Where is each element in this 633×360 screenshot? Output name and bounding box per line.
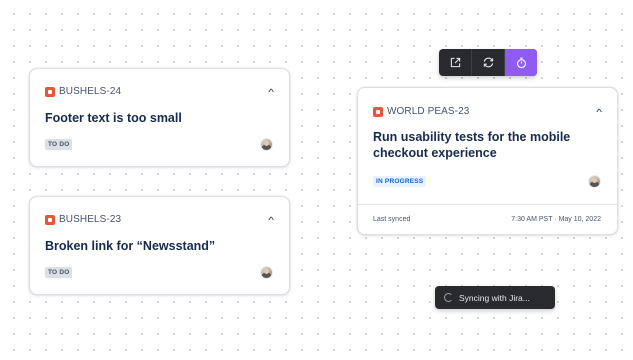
open-external-icon	[450, 57, 460, 68]
status-badge[interactable]: TO DO	[45, 267, 73, 278]
issue-title[interactable]: Broken link for “Newsstand”	[45, 238, 215, 254]
assignee-avatar[interactable]	[588, 175, 601, 188]
last-synced-label: Last synced	[373, 216, 411, 223]
card-footer: TO DO	[45, 266, 273, 279]
card-header: BUSHELS-23 ^	[45, 214, 274, 225]
sync-info: Last synced 7:30 AM PST · May 10, 2022	[373, 216, 601, 223]
chevron-up-icon[interactable]: ^	[268, 215, 274, 225]
card-toolbar	[439, 49, 537, 76]
issue-key[interactable]: WORLD PEAS-23	[387, 106, 469, 117]
issue-card-bushels-23[interactable]: BUSHELS-23 ^ Broken link for “Newsstand”…	[29, 196, 290, 295]
timer-icon	[516, 57, 526, 68]
card-header: BUSHELS-24 ^	[45, 86, 274, 97]
status-badge[interactable]: TO DO	[45, 139, 73, 150]
assignee-avatar[interactable]	[260, 138, 273, 151]
issue-card-bushels-24[interactable]: BUSHELS-24 ^ Footer text is too small TO…	[29, 68, 290, 167]
issue-title[interactable]: Footer text is too small	[45, 110, 182, 126]
issue-type-icon	[373, 106, 383, 117]
issue-title[interactable]: Run usability tests for the mobile check…	[373, 129, 588, 162]
toast-text: Syncing with Jira...	[459, 292, 530, 303]
spinner-icon	[444, 293, 453, 302]
card-header: WORLD PEAS-23 ^	[373, 106, 602, 117]
chevron-up-icon[interactable]: ^	[268, 87, 274, 97]
issue-type-icon	[45, 86, 55, 97]
card-status-row: IN PROGRESS	[373, 175, 601, 188]
sync-icon	[483, 57, 493, 68]
assignee-avatar[interactable]	[260, 266, 273, 279]
card-footer: TO DO	[45, 138, 273, 151]
sync-button[interactable]	[472, 49, 505, 76]
issue-key[interactable]: BUSHELS-24	[59, 86, 121, 97]
issue-type-icon	[45, 214, 55, 225]
sync-toast: Syncing with Jira...	[435, 286, 555, 309]
status-badge[interactable]: IN PROGRESS	[373, 176, 427, 187]
issue-card-world-peas-23[interactable]: WORLD PEAS-23 ^ Run usability tests for …	[357, 87, 618, 235]
open-external-button[interactable]	[439, 49, 472, 76]
card-divider	[358, 204, 617, 205]
last-synced-timestamp: 7:30 AM PST · May 10, 2022	[511, 216, 601, 223]
timer-button[interactable]	[505, 49, 537, 76]
issue-key[interactable]: BUSHELS-23	[59, 214, 121, 225]
chevron-up-icon[interactable]: ^	[596, 107, 602, 117]
